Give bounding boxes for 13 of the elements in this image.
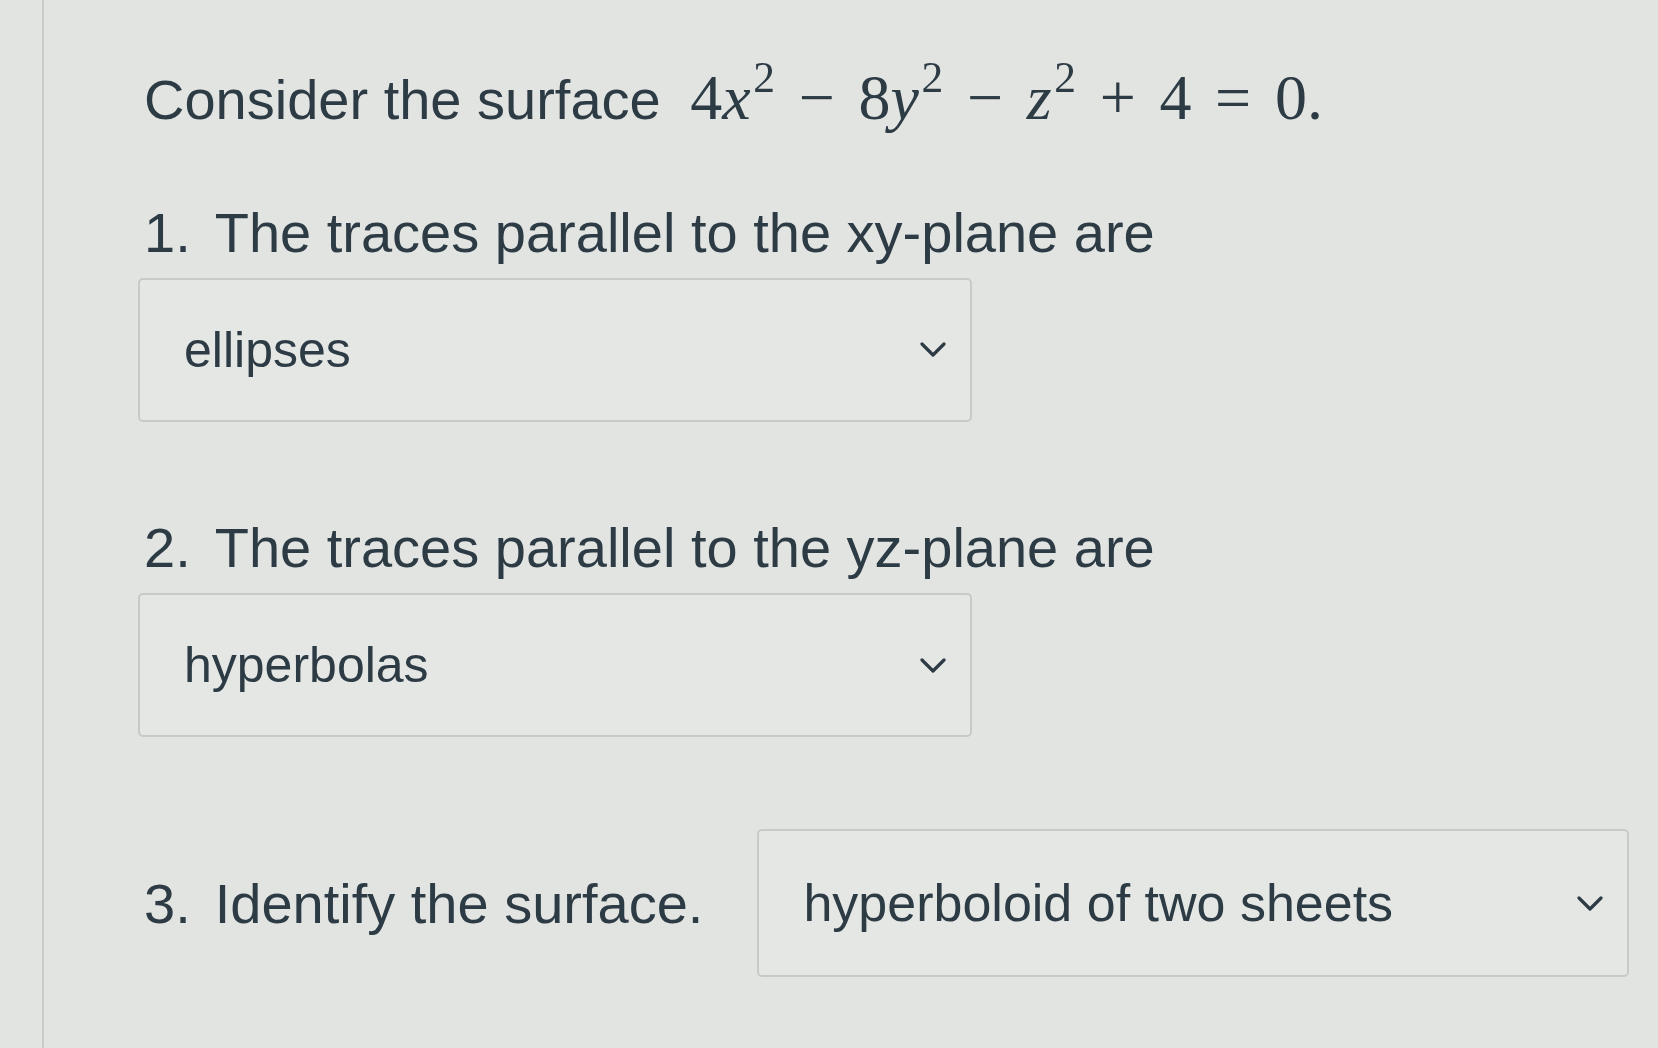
chevron-down-icon xyxy=(920,342,946,358)
list-number: 1. xyxy=(144,199,191,266)
chevron-down-icon xyxy=(1577,895,1604,911)
list-number: 2. xyxy=(144,515,191,581)
question-text: The traces parallel to the xy-plane are xyxy=(214,199,1155,266)
question-prompt: Consider the surface 4x$^{2}$ − 8y$^{2}$ − z$^{2}$ + 4 = 0. xyxy=(144,60,1323,135)
list-number: 3. xyxy=(144,870,191,937)
question-text: Identify the surface. xyxy=(214,870,704,937)
select-dropdown[interactable]: hyperboloid of two sheets xyxy=(757,829,1630,978)
chevron-down-icon xyxy=(920,657,946,673)
select-dropdown[interactable]: ellipses xyxy=(138,278,972,422)
select-dropdown[interactable]: hyperbolas xyxy=(138,593,972,738)
question-text: The traces parallel to the yz-plane are xyxy=(214,515,1155,581)
